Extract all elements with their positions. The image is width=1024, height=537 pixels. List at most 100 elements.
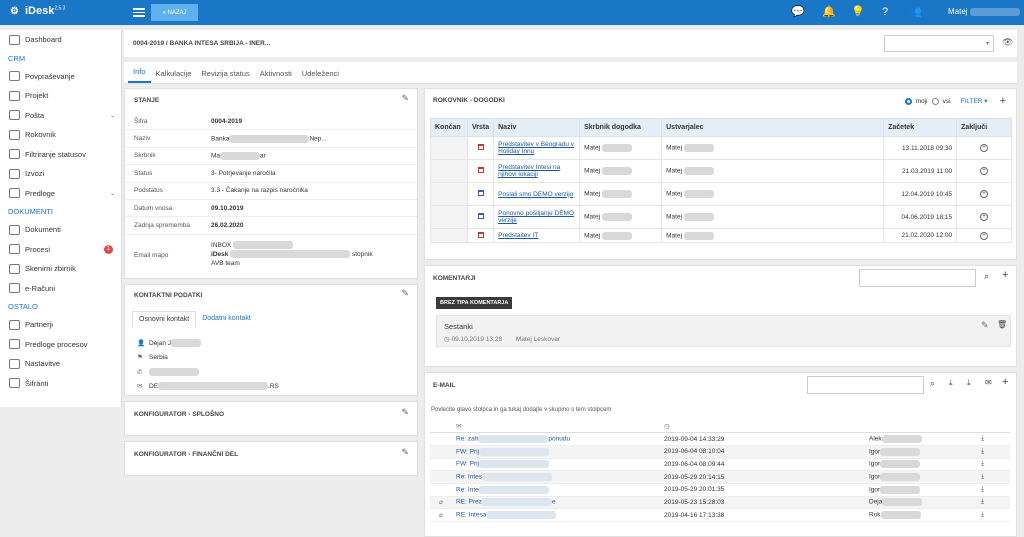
subject-cell[interactable]: Re: zah ponudu [452, 432, 660, 446]
done-cell[interactable] [430, 159, 468, 183]
event-link[interactable]: Predstaitev IT [498, 232, 538, 239]
edit-icon[interactable]: ✎ [981, 320, 989, 331]
sidebar-item[interactable]: Procesi 1 [0, 240, 121, 260]
event-link[interactable]: Predstavitev v Beogradu v Holiday Innu [498, 141, 574, 155]
sidebar-item[interactable]: Nastavitve [0, 354, 121, 374]
email-subject[interactable]: FW: Prij [456, 448, 479, 455]
table-row[interactable]: Re: Inte 2019-05-29 20:01:35 Igor ⤓ [430, 483, 1010, 497]
sidebar-item[interactable]: Dashboard [0, 30, 121, 50]
table-row[interactable]: FW: Prij 2019-06-04 08:10:04 Igor ⤓ [430, 445, 1010, 459]
close-event-icon[interactable]: + [980, 231, 989, 240]
search-icon[interactable]: ⌕ [930, 378, 935, 389]
lightbulb-icon[interactable]: 💡 [851, 5, 865, 19]
bell-icon[interactable]: 🔔 [822, 5, 836, 19]
sidebar-item[interactable]: Pošta ⌄ [0, 106, 121, 126]
tab-revizija-status[interactable]: Revizija status [196, 69, 254, 83]
trash-icon[interactable]: 🗑 [997, 320, 1007, 329]
sidebar-item[interactable]: Skenirni zbirnik [0, 259, 121, 279]
edit-icon[interactable]: ✎ [401, 447, 409, 458]
date-col-header[interactable]: ◷ [660, 420, 865, 434]
column-header[interactable]: Skrbnik dogodka [579, 118, 663, 137]
download-icon[interactable]: ⤓ [981, 460, 984, 467]
subject-cell[interactable]: FW: Prij [452, 445, 660, 459]
column-header[interactable]: Naziv [493, 118, 581, 137]
email-subject[interactable]: Re: zah [456, 436, 478, 443]
tab-udeleženci[interactable]: Udeleženci [297, 69, 344, 83]
comment-search-input[interactable] [859, 269, 976, 287]
sidebar-item[interactable]: Rokovnik [0, 125, 121, 145]
tab-aktivnosti[interactable]: Aktivnosti [255, 69, 297, 83]
users-icon[interactable]: 👥 [906, 5, 924, 19]
add-icon[interactable]: + [1002, 269, 1008, 281]
download-all-icon[interactable]: ⤓ [967, 378, 971, 388]
table-row[interactable]: FW: Prij 2019-06-04 08:09:44 Igor ⤓ [430, 458, 1010, 472]
edit-icon[interactable]: ✎ [401, 407, 409, 418]
sidebar-item[interactable]: e-Računi [0, 279, 121, 299]
user-menu[interactable]: Matej [948, 7, 1020, 16]
column-header[interactable]: Vrsta [466, 118, 495, 137]
sidebar-item[interactable]: Partnerji [0, 315, 121, 335]
contact-email[interactable]: DE [149, 383, 158, 390]
tab-dodatni-kontakt[interactable]: Dodatni kontakt [196, 311, 257, 327]
table-row[interactable]: ⌀ RE: Prez e 2019-05-23 15:28:03 Deja ⤓ [430, 496, 1010, 510]
sidebar-item[interactable]: Dokumenti [0, 220, 121, 240]
table-row[interactable]: ⌀ RE: Intesa 2019-04-16 17:13:38 Rok ⤓ [430, 508, 1010, 522]
email-subject[interactable]: Re: Intes [456, 474, 482, 481]
edit-icon[interactable]: ✎ [401, 288, 409, 299]
done-cell[interactable] [430, 228, 468, 243]
subject-cell[interactable]: Re: Intes [452, 470, 660, 484]
done-cell[interactable] [430, 136, 468, 160]
sidebar-item[interactable]: Povpraševanje [0, 67, 121, 87]
email-search-input[interactable] [807, 376, 924, 394]
sidebar-item[interactable]: Predloge procesov [0, 335, 121, 355]
chevron-down-icon[interactable]: ⌄ [110, 190, 115, 197]
email-subject[interactable]: FW: Prij [456, 461, 479, 468]
download-icon[interactable]: ⤓ [981, 498, 984, 505]
table-row[interactable]: Re: zah ponudu 2019-09-04 14:33:29 Alek ⤓ [430, 432, 1010, 446]
add-icon[interactable]: + [1000, 95, 1006, 107]
email-subject[interactable]: RE: Prez [456, 499, 482, 506]
add-icon[interactable]: + [1002, 376, 1008, 388]
eye-icon[interactable]: 👁 [1002, 37, 1013, 48]
done-cell[interactable] [430, 182, 468, 206]
download-icon[interactable]: ⤓ [981, 435, 984, 442]
radio-vsi[interactable] [931, 97, 939, 105]
filter-button[interactable]: FILTER ▾ [961, 97, 988, 105]
column-header[interactable]: Ustvarjalec [661, 118, 885, 137]
column-header[interactable]: Zaključi [956, 118, 1012, 137]
sidebar-item[interactable]: Filtriranje statusov [0, 145, 121, 165]
chat-icon[interactable]: 💬 [791, 5, 805, 19]
subject-col-header[interactable]: ✉ [452, 420, 660, 434]
sidebar-item[interactable]: Izvozi [0, 164, 121, 184]
subject-cell[interactable]: Re: Inte [452, 483, 660, 497]
help-icon[interactable]: ? [878, 5, 892, 19]
app-logo[interactable]: ⚙ iDesk2.5.3 [10, 5, 65, 17]
close-event-icon[interactable]: + [980, 190, 989, 198]
back-button[interactable]: « NAZAJ [151, 4, 198, 21]
download-icon[interactable]: ⤓ [949, 378, 953, 388]
record-select[interactable]: ▾ [884, 35, 994, 52]
search-icon[interactable]: ⌕ [984, 271, 989, 282]
close-event-icon[interactable]: + [980, 167, 989, 175]
download-icon[interactable]: ⤓ [981, 473, 984, 480]
subject-cell[interactable]: FW: Prij [452, 458, 660, 472]
radio-moji[interactable] [904, 97, 912, 105]
event-link[interactable]: Predstavitev Intesi na njihovi lokaciji [498, 164, 560, 178]
attach-col[interactable] [430, 420, 452, 434]
column-header[interactable]: Začetek [883, 118, 958, 137]
tab-kalkulacije[interactable]: Kalkulacije [151, 69, 197, 83]
download-icon[interactable]: ⤓ [981, 448, 984, 455]
download-icon[interactable]: ⤓ [981, 511, 984, 518]
edit-icon[interactable]: ✎ [401, 93, 409, 104]
menu-toggle-icon[interactable] [133, 6, 145, 18]
tab-osnovni-kontakt[interactable]: Osnovni kontakt [132, 311, 197, 327]
sidebar-item[interactable]: Predloge ⌄ [0, 184, 121, 204]
event-link[interactable]: Poslali smo DEMO verzijo [498, 191, 573, 198]
subject-cell[interactable]: RE: Prez e [452, 496, 660, 510]
column-header[interactable]: Končan [430, 118, 468, 137]
close-event-icon[interactable]: + [980, 213, 989, 221]
close-event-icon[interactable]: + [980, 144, 989, 152]
email-subject[interactable]: Re: Inte [456, 487, 479, 494]
event-link[interactable]: Ponovno pošiljanje DEMO verzije [498, 210, 574, 224]
inbox-icon[interactable]: ✉ [985, 378, 992, 387]
